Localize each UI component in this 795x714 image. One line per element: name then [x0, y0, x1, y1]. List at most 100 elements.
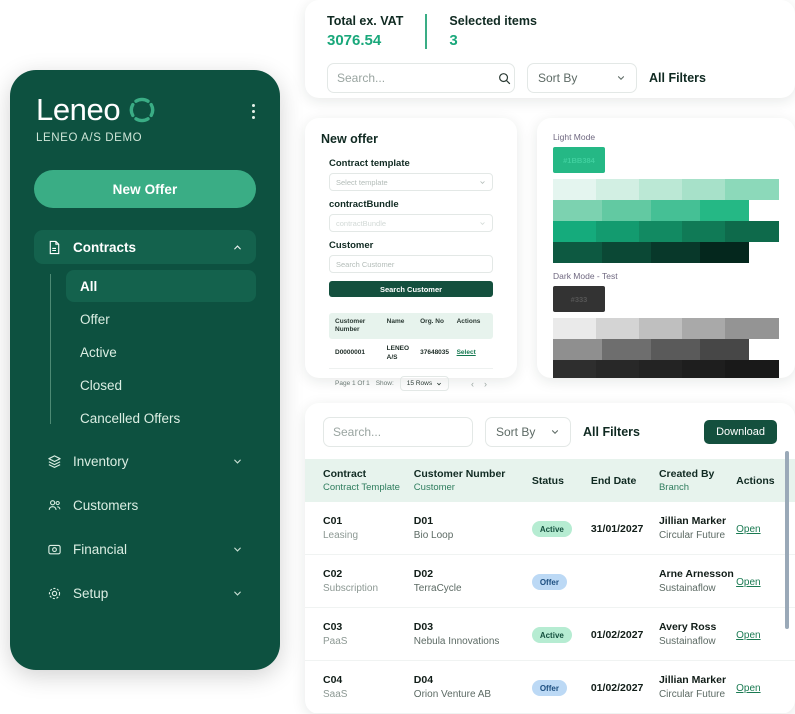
swatch-row — [553, 242, 779, 263]
search-input[interactable] — [333, 425, 488, 439]
search-icon — [498, 72, 511, 85]
chevron-down-icon — [550, 427, 560, 437]
sidebar-item-label: Financial — [73, 542, 221, 557]
sort-by-select[interactable]: Sort By — [485, 417, 571, 447]
sidebar-item-contracts[interactable]: Contracts — [34, 230, 256, 264]
subitem-label: Offer — [80, 312, 110, 327]
open-link[interactable]: Open — [736, 524, 760, 535]
cell-branch: Sustainaflow — [659, 636, 736, 647]
table-row[interactable]: C04SaaSD04Orion Venture ABOffer01/02/202… — [305, 661, 795, 714]
brand: Leneo LENEO A/S DEMO — [28, 94, 155, 144]
all-filters-button[interactable]: All Filters — [649, 71, 706, 85]
show-label: Show: — [376, 380, 394, 387]
table-row[interactable]: C03PaaSD03Nebula InnovationsActive01/02/… — [305, 608, 795, 661]
cell-created-by: Jillian Marker — [659, 515, 736, 527]
total-ex-vat-value: 3076.54 — [327, 32, 403, 49]
search-box[interactable] — [323, 417, 473, 447]
chevron-down-icon — [436, 381, 442, 387]
sidebar-nav: Contracts All Offer Active Closed Cancel… — [28, 230, 262, 610]
table-scrollbar[interactable] — [785, 451, 789, 629]
color-swatch — [602, 339, 651, 360]
sidebar-item-customers[interactable]: Customers — [34, 488, 256, 522]
col-customer-number: Customer Number — [335, 318, 387, 334]
color-swatch — [700, 242, 749, 263]
sidebar-item-setup[interactable]: Setup — [34, 576, 256, 610]
cell-end-date: 01/02/2027 — [591, 682, 644, 694]
color-swatch — [639, 318, 682, 339]
sidebar-item-financial[interactable]: Financial — [34, 532, 256, 566]
kebab-menu-icon[interactable] — [244, 100, 262, 122]
rows-per-page-select[interactable]: 15 Rows — [400, 376, 449, 391]
contract-template-value: Select template — [336, 178, 388, 187]
all-filters-button[interactable]: All Filters — [583, 425, 640, 439]
total-ex-vat-stat: Total ex. VAT 3076.54 — [327, 14, 425, 49]
sidebar-subitem-all[interactable]: All — [66, 270, 256, 302]
cell-name: LENEO A/S — [387, 345, 420, 362]
swatch-row — [553, 360, 779, 378]
next-page-button[interactable]: › — [484, 379, 487, 389]
col-customer-number-label: Customer Number — [414, 468, 532, 480]
contract-template-select[interactable]: Select template — [329, 173, 493, 191]
new-offer-button[interactable]: New Offer — [34, 170, 256, 208]
sidebar-item-inventory[interactable]: Inventory — [34, 444, 256, 478]
new-offer-title: New offer — [321, 132, 501, 146]
col-end-date-label: End Date — [591, 475, 659, 487]
table-row[interactable]: D0000001 LENEO A/S 37648035 Select — [329, 339, 493, 369]
contracts-table-body: C01LeasingD01Bio LoopActive31/01/2027Jil… — [305, 502, 795, 714]
search-customer-button[interactable]: Search Customer — [329, 281, 493, 297]
table-row[interactable]: C01LeasingD01Bio LoopActive31/01/2027Jil… — [305, 502, 795, 555]
open-link[interactable]: Open — [736, 630, 760, 641]
cell-contract: C01 — [323, 515, 414, 527]
color-swatch — [553, 360, 596, 378]
color-swatch — [651, 200, 700, 221]
col-created-by-label: Created By — [659, 468, 736, 480]
cell-customer-number: D02 — [414, 568, 532, 580]
open-link[interactable]: Open — [736, 683, 760, 694]
cell-customer-number: D0000001 — [335, 349, 387, 357]
col-customer-sub: Customer — [414, 482, 532, 493]
sidebar: Leneo LENEO A/S DEMO New Offer — [10, 70, 280, 670]
table-row[interactable]: C02SubscriptionD02TerraCycleOfferArne Ar… — [305, 555, 795, 608]
color-swatch — [651, 242, 700, 263]
color-swatch — [596, 179, 639, 200]
contract-template-label: Contract template — [329, 158, 493, 169]
brand-name: Leneo — [36, 94, 120, 125]
chevron-down-icon — [616, 73, 626, 83]
col-status: Status — [532, 475, 591, 487]
status-badge: Active — [532, 521, 572, 537]
open-link[interactable]: Open — [736, 577, 760, 588]
sidebar-subitem-closed[interactable]: Closed — [66, 369, 256, 401]
search-box[interactable] — [327, 63, 515, 93]
prev-page-button[interactable]: ‹ — [471, 379, 474, 389]
customer-search-input[interactable]: Search Customer — [329, 255, 493, 273]
contract-bundle-select[interactable]: contractBundle — [329, 214, 493, 232]
color-swatch — [596, 360, 639, 378]
dark-mode-label: Dark Mode - Test — [553, 271, 779, 281]
sort-by-select[interactable]: Sort By — [527, 63, 637, 93]
cell-end-date: 31/01/2027 — [591, 523, 644, 535]
swatch-row — [553, 221, 779, 242]
swatch-row — [553, 200, 779, 221]
cell-customer-number: D01 — [414, 515, 532, 527]
new-offer-card: New offer Contract template Select templ… — [305, 118, 517, 378]
chevron-down-icon — [479, 220, 486, 227]
cell-contract-template: SaaS — [323, 689, 414, 700]
color-swatch — [682, 221, 725, 242]
cell-customer: TerraCycle — [414, 583, 532, 594]
sidebar-subitem-cancelled-offers[interactable]: Cancelled Offers — [66, 402, 256, 434]
search-input[interactable] — [337, 71, 492, 85]
contracts-table-card: Sort By All Filters Download Contract Co… — [305, 403, 795, 714]
pager: ‹ › — [471, 379, 487, 389]
select-link[interactable]: Select — [457, 349, 476, 356]
dark-mode-hex: #333 — [571, 295, 588, 304]
col-contract-sub: Contract Template — [323, 482, 414, 493]
col-status-label: Status — [532, 475, 591, 487]
download-button[interactable]: Download — [704, 420, 777, 444]
total-ex-vat-label: Total ex. VAT — [327, 14, 403, 28]
sidebar-item-label: Setup — [73, 586, 221, 601]
sidebar-subitem-offer[interactable]: Offer — [66, 303, 256, 335]
sidebar-subitem-active[interactable]: Active — [66, 336, 256, 368]
document-icon — [47, 240, 62, 255]
brand-subtitle: LENEO A/S DEMO — [36, 132, 155, 144]
status-badge: Offer — [532, 574, 567, 590]
